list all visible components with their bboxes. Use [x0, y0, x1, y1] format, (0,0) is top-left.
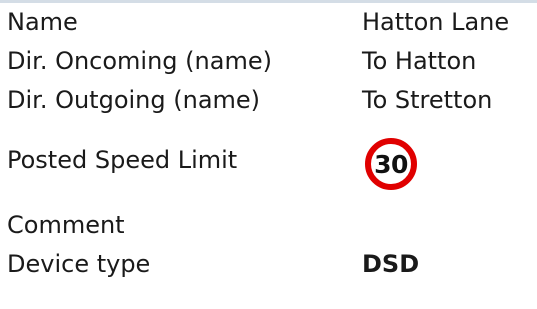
- dir-oncoming-label: Dir. Oncoming (name): [7, 47, 272, 75]
- speed-limit-label: Posted Speed Limit: [7, 146, 238, 174]
- name-value: Hatton Lane: [362, 8, 510, 36]
- row-comment: Comment: [0, 205, 537, 245]
- comment-label: Comment: [7, 211, 125, 239]
- speed-limit-value: 30: [374, 149, 408, 179]
- device-type-value: DSD: [362, 250, 420, 278]
- dir-outgoing-label: Dir. Outgoing (name): [7, 86, 261, 114]
- row-device-type: Device type DSD: [0, 244, 537, 284]
- row-name: Name Hatton Lane: [0, 2, 537, 42]
- name-label: Name: [7, 8, 78, 36]
- speed-limit-sign-icon: 30: [365, 138, 417, 190]
- dir-oncoming-value: To Hatton: [362, 47, 477, 75]
- row-speed-limit: Posted Speed Limit 30: [0, 138, 537, 190]
- row-dir-oncoming: Dir. Oncoming (name) To Hatton: [0, 41, 537, 81]
- row-dir-outgoing: Dir. Outgoing (name) To Stretton: [0, 80, 537, 120]
- dir-outgoing-value: To Stretton: [362, 86, 493, 114]
- device-type-label: Device type: [7, 250, 151, 278]
